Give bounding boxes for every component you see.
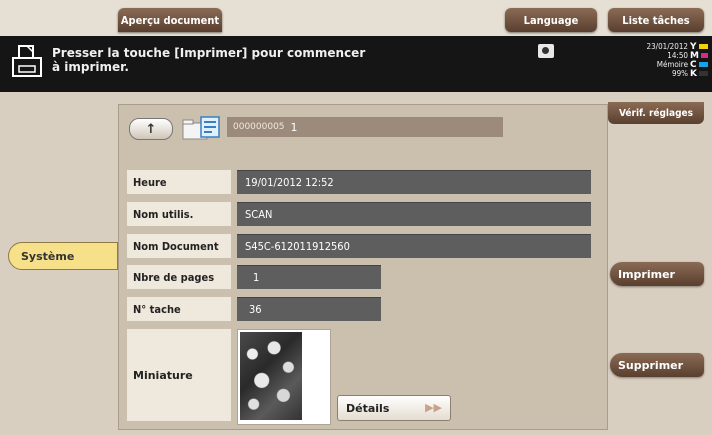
heure-value: 19/01/2012 12:52 <box>237 170 591 194</box>
message-line-2: à imprimer. <box>52 60 129 74</box>
details-label: Détails <box>346 401 390 415</box>
systeme-tab[interactable]: Système <box>8 242 118 270</box>
supprimer-button[interactable]: Supprimer <box>610 353 704 377</box>
no-tache-label: N° tache <box>127 297 231 321</box>
message-line-1: Presser la touche [Imprimer] pour commen… <box>52 46 366 60</box>
thumbnail-image <box>240 332 302 420</box>
toner-bar <box>700 53 708 58</box>
thumbnail-frame <box>237 329 331 425</box>
nom-document-label: Nom Document <box>127 234 231 258</box>
toner-letter: K <box>690 68 697 79</box>
toner-bar <box>698 71 708 76</box>
job-id-box: 000000005 1 <box>227 117 503 137</box>
status-memory-label: Mémoire <box>656 60 688 69</box>
job-number: 1 <box>290 120 298 134</box>
up-arrow-icon: ↑ <box>145 121 157 137</box>
status-time: 14:50 <box>667 51 688 60</box>
toner-bar <box>698 62 708 67</box>
language-button[interactable]: Language <box>505 8 597 32</box>
copier-screen: Aperçu document Language Liste tâches Pr… <box>0 0 712 435</box>
camera-icon <box>538 44 554 58</box>
top-tab-strip: Aperçu document Language Liste tâches <box>0 0 712 36</box>
miniature-label: Miniature <box>127 329 231 421</box>
double-chevron-right-icon: ▶▶ <box>425 401 442 414</box>
job-number-small: 000000005 <box>233 122 285 132</box>
document-details-panel: ↑ 000000005 1 Heure 19/01/2012 12:52 Nom… <box>118 104 608 430</box>
folder-document-icon <box>182 116 220 140</box>
no-tache-value: 36 <box>237 297 381 321</box>
liste-taches-button[interactable]: Liste tâches <box>608 8 704 32</box>
instruction-message: Presser la touche [Imprimer] pour commen… <box>52 46 382 74</box>
nbre-pages-label: Nbre de pages <box>127 265 231 289</box>
tab-apercu-document[interactable]: Aperçu document <box>118 8 222 32</box>
status-date: 23/01/2012 <box>646 42 688 51</box>
printer-icon <box>12 45 42 77</box>
status-info: 23/01/2012 14:50 Mémoire 99% <box>600 42 688 78</box>
nom-utilis-value: SCAN <box>237 202 591 226</box>
toner-levels: YMCK <box>690 42 708 79</box>
toner-k: K <box>690 68 708 79</box>
message-bar: Presser la touche [Imprimer] pour commen… <box>0 36 712 92</box>
status-memory-value: 99% <box>672 69 688 78</box>
toner-bar <box>698 44 708 49</box>
nbre-pages-value: 1 <box>237 265 381 289</box>
up-button[interactable]: ↑ <box>129 118 173 140</box>
heure-label: Heure <box>127 170 231 194</box>
imprimer-button[interactable]: Imprimer <box>610 262 704 286</box>
nom-document-value: S45C-612011912560 <box>237 234 591 258</box>
nom-utilis-label: Nom utilis. <box>127 202 231 226</box>
details-button[interactable]: Détails ▶▶ <box>337 395 451 421</box>
verif-reglages-button[interactable]: Vérif. réglages <box>608 102 704 124</box>
